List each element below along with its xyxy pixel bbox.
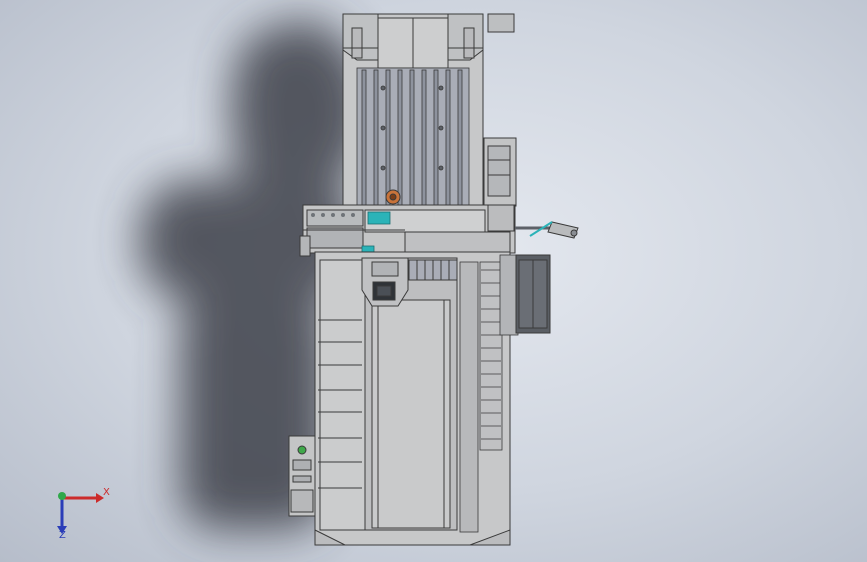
cad-viewport[interactable]: X Z: [0, 0, 867, 562]
table-t-slot: [397, 69, 403, 207]
electrical-cabinet: [515, 254, 551, 334]
machine-top-view-drawing: [140, 13, 579, 546]
z-axis-label: Z: [59, 530, 66, 541]
table-bolt-hole: [438, 165, 444, 171]
control-panel: [288, 435, 316, 517]
table-t-slot: [373, 69, 379, 207]
table-bolt-hole: [438, 125, 444, 131]
cross-beam: [299, 204, 516, 257]
table-t-slot: [409, 69, 415, 207]
table-bolt-hole: [380, 125, 386, 131]
table-t-slot: [433, 69, 439, 207]
table-bolt-hole: [438, 85, 444, 91]
x-axis-label: X: [103, 487, 110, 498]
probe-arm: [515, 221, 579, 239]
table-t-slot: [421, 69, 427, 207]
table-t-slot: [457, 69, 463, 207]
table-t-slot: [445, 69, 451, 207]
side-motor-upper: [483, 13, 517, 207]
spindle-head: [361, 257, 409, 307]
table-t-slot: [385, 69, 391, 207]
table-bolt-hole: [380, 85, 386, 91]
work-table: [356, 67, 470, 209]
table-t-slot: [361, 69, 367, 207]
table-bolt-hole: [380, 165, 386, 171]
spindle-motor: [385, 189, 401, 205]
